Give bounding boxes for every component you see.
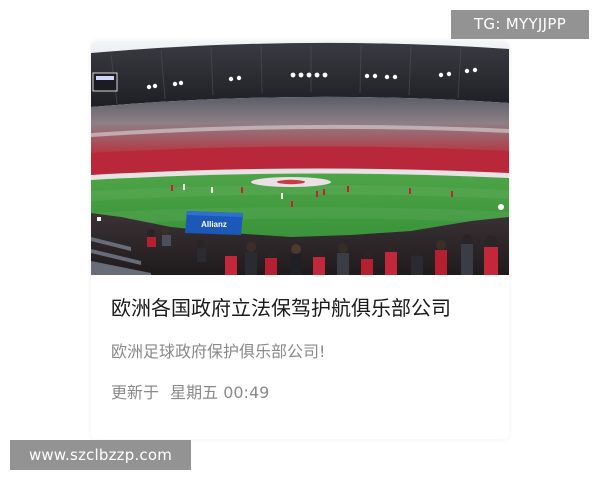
watermark-url: www.szclbzzp.com	[10, 440, 191, 470]
article-meta: 更新于 星期五 00:49	[111, 381, 269, 405]
article-description: 欧洲足球政府保护俱乐部公司!	[111, 342, 326, 361]
allianz-banner: Allianz	[185, 211, 243, 235]
article-card[interactable]: Allianz 欧洲各国政府立法保驾护航俱乐部公司 欧洲足球政府保护俱乐部公司!…	[91, 41, 509, 439]
article-title[interactable]: 欧洲各国政府立法保驾护航俱乐部公司	[111, 293, 496, 323]
watermark-telegram: TG: MYYJJPP	[451, 10, 589, 39]
svg-text:Allianz: Allianz	[201, 220, 227, 229]
updated-label: 更新于	[111, 383, 160, 402]
page: Allianz 欧洲各国政府立法保驾护航俱乐部公司 欧洲足球政府保护俱乐部公司!…	[0, 0, 600, 480]
stadium-photo: Allianz	[91, 41, 509, 275]
updated-time: 星期五 00:49	[170, 383, 270, 402]
